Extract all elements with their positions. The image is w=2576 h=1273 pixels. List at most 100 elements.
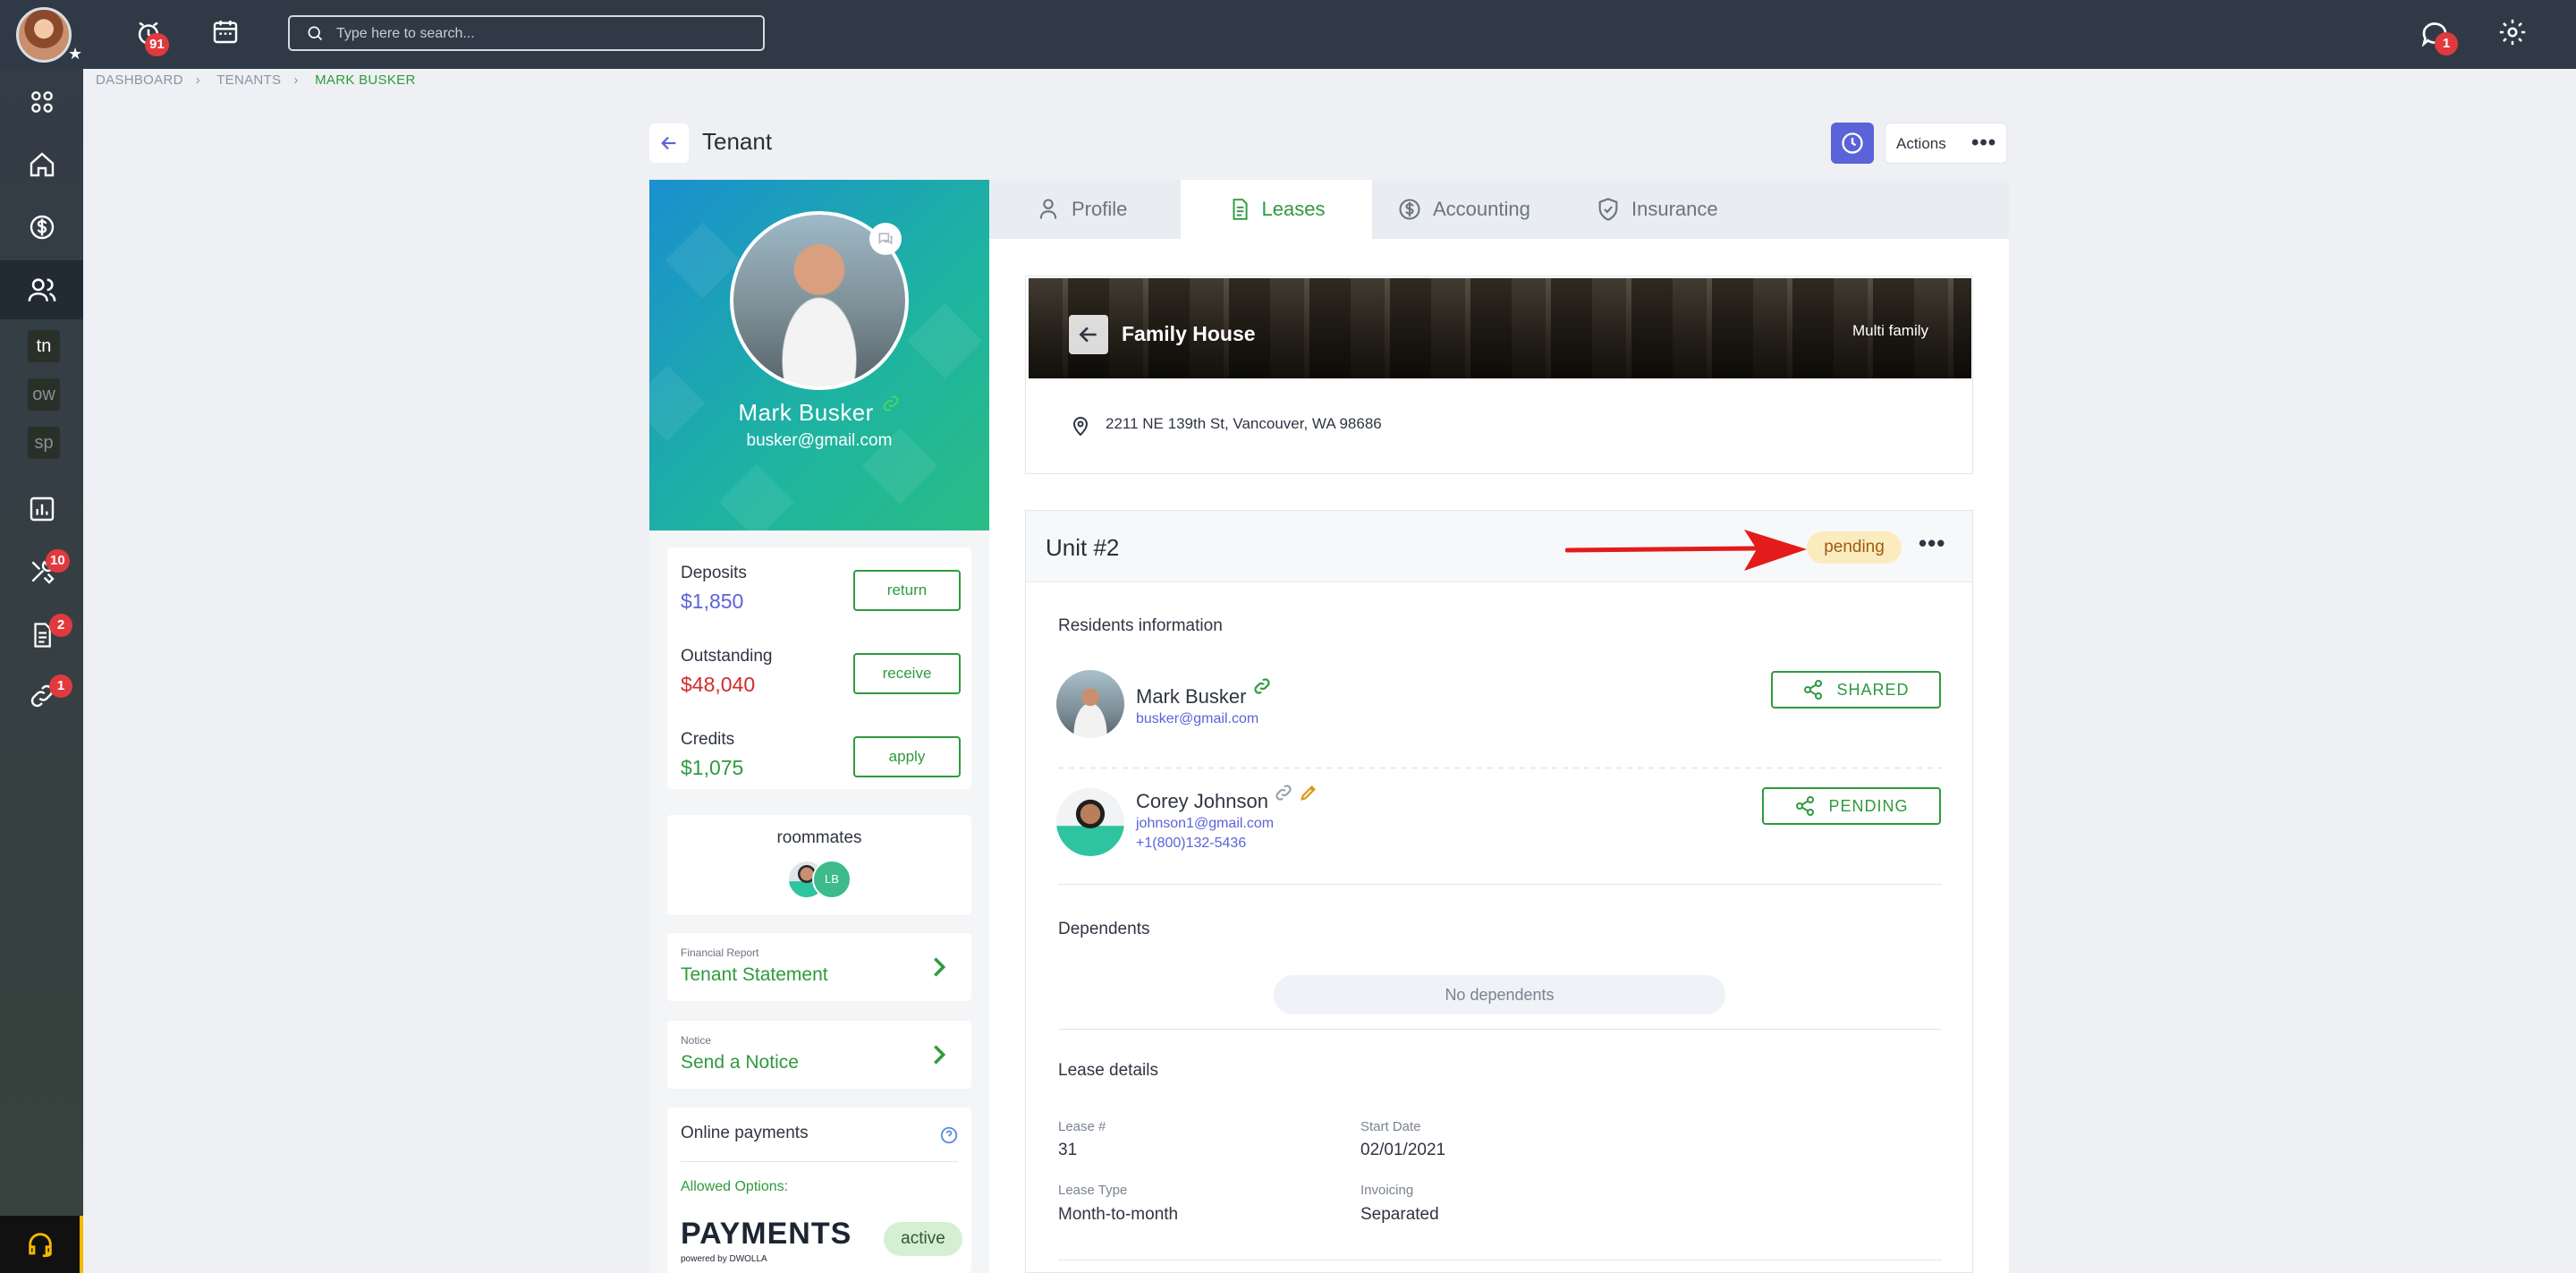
actions-menu[interactable]: Actions •••	[1885, 123, 2007, 164]
pending-share-button[interactable]: PENDING	[1762, 787, 1941, 825]
credits-label: Credits	[681, 730, 735, 749]
sidebar-item-sp[interactable]: sp	[28, 427, 60, 459]
breadcrumb-current: MARK BUSKER	[315, 72, 416, 88]
chevron-right-icon	[934, 957, 946, 977]
credits-row: Credits $1,075 apply	[667, 714, 971, 790]
clock-icon	[1842, 132, 1863, 154]
gear-icon[interactable]	[2497, 17, 2528, 52]
roommate-avatar-lb[interactable]: LB	[812, 860, 852, 899]
resident-name: Corey Johnson	[1136, 785, 1318, 813]
tenant-statement-label: Tenant Statement	[681, 964, 828, 985]
roommates-card: roommates LB	[667, 815, 971, 915]
top-bar: ★ 91 1	[0, 0, 2576, 69]
roommates-title: roommates	[776, 828, 862, 847]
document-icon	[1233, 199, 1248, 220]
return-button[interactable]: return	[853, 570, 961, 611]
back-button[interactable]	[649, 123, 689, 163]
sidebar-item-people[interactable]	[0, 260, 83, 319]
user-avatar[interactable]	[16, 7, 72, 63]
tab-insurance[interactable]: Insurance	[1596, 180, 1775, 239]
lease-type-label: Lease Type	[1058, 1183, 1128, 1198]
sidebar-item-reports[interactable]	[0, 479, 83, 539]
breadcrumb-tenants[interactable]: TENANTS	[216, 72, 281, 88]
resident-email[interactable]: busker@gmail.com	[1136, 711, 1258, 727]
property-back-button[interactable]	[1069, 315, 1108, 354]
annotation-arrow	[1565, 530, 1807, 571]
outstanding-amount: $48,040	[681, 673, 756, 696]
tab-insurance-label: Insurance	[1631, 198, 1718, 220]
chart-icon	[30, 496, 54, 522]
alerts-badge: 91	[145, 33, 169, 56]
credits-amount: $1,075	[681, 756, 744, 779]
search-box[interactable]	[288, 15, 765, 51]
tab-leases[interactable]: Leases	[1181, 180, 1372, 239]
payment-status-badge: active	[884, 1222, 962, 1256]
unit-more-icon[interactable]: •••	[1919, 530, 1945, 557]
sidebar-item-documents[interactable]	[0, 606, 83, 665]
sidebar-item-ow[interactable]: ow	[28, 378, 60, 411]
chevron-right-icon	[934, 1045, 946, 1065]
share-icon	[1804, 680, 1823, 700]
share-icon	[1796, 796, 1815, 816]
payments-logo: PAYMENTS	[681, 1217, 852, 1251]
more-icon[interactable]: •••	[1971, 131, 1996, 156]
tenant-statement-link[interactable]: Financial Report Tenant Statement	[667, 933, 971, 1001]
search-icon	[308, 26, 323, 41]
support-button[interactable]	[0, 1216, 83, 1273]
sidebar-item-maintenance[interactable]	[0, 542, 83, 601]
shared-button[interactable]: SHARED	[1771, 671, 1941, 709]
arrow-left-icon	[661, 136, 676, 150]
calendar-icon[interactable]	[211, 17, 240, 50]
tenant-name: Mark Busker	[649, 395, 989, 427]
apply-button[interactable]: apply	[853, 736, 961, 777]
search-input[interactable]	[336, 24, 748, 44]
chat-bubble-button[interactable]	[869, 223, 902, 255]
link-status-icon	[882, 395, 899, 412]
send-notice-label: Send a Notice	[681, 1052, 799, 1073]
tenant-email: busker@gmail.com	[746, 431, 893, 450]
resident-phone[interactable]: +1(800)132-5436	[1136, 836, 1246, 852]
unit-title: Unit #2	[1046, 534, 1120, 561]
receive-button[interactable]: receive	[853, 653, 961, 694]
start-date-value: 02/01/2021	[1360, 1141, 1446, 1159]
tab-leases-label: Leases	[1261, 198, 1326, 220]
send-notice-link[interactable]: Notice Send a Notice	[667, 1021, 971, 1089]
deposits-amount: $1,850	[681, 590, 744, 613]
breadcrumb: DASHBOARD › TENANTS › MARK BUSKER	[96, 72, 428, 88]
online-payments-card: Online payments Allowed Options: PAYMENT…	[667, 1108, 971, 1273]
tab-profile[interactable]: Profile	[1036, 180, 1179, 239]
sidebar-item-finance[interactable]	[0, 198, 83, 257]
page-title: Tenant	[702, 128, 773, 155]
tab-bar: Profile Leases Accounting Insurance	[989, 180, 2009, 239]
divider	[1058, 1029, 1942, 1030]
arrow-left-icon	[1079, 327, 1097, 343]
outstanding-row: Outstanding $48,040 receive	[667, 631, 971, 707]
shared-label: SHARED	[1836, 680, 1910, 699]
shield-icon	[1598, 198, 1618, 221]
breadcrumb-dashboard[interactable]: DASHBOARD	[96, 72, 183, 88]
allowed-options-label: Allowed Options:	[681, 1179, 789, 1194]
history-button[interactable]	[1831, 123, 1874, 164]
sidebar-item-tn[interactable]: tn	[28, 330, 60, 362]
divider	[681, 1161, 958, 1162]
residents-title: Residents information	[1058, 616, 1223, 635]
messages-badge: 1	[2435, 32, 2458, 55]
help-icon[interactable]	[939, 1125, 959, 1145]
links-badge: 1	[49, 675, 72, 698]
sidebar-item-dashboard[interactable]	[0, 72, 83, 132]
sidebar: tn ow sp 10 2 1	[0, 69, 83, 1273]
location-pin-icon	[1072, 417, 1089, 437]
sidebar-item-links[interactable]	[0, 666, 83, 726]
deposits-row: Deposits $1,850 return	[667, 547, 971, 624]
outstanding-label: Outstanding	[681, 647, 773, 666]
pin-icon: ★	[68, 45, 83, 63]
dollar-icon	[1399, 199, 1420, 220]
tab-accounting[interactable]: Accounting	[1397, 180, 1576, 239]
invoicing-label: Invoicing	[1360, 1183, 1414, 1198]
dependents-title: Dependents	[1058, 920, 1150, 938]
sidebar-item-home[interactable]	[0, 135, 83, 194]
financial-report-label: Financial Report	[681, 946, 759, 959]
tab-profile-label: Profile	[1072, 198, 1128, 220]
finance-card: Deposits $1,850 return Outstanding $48,0…	[667, 547, 971, 789]
resident-email[interactable]: johnson1@gmail.com	[1136, 816, 1274, 832]
